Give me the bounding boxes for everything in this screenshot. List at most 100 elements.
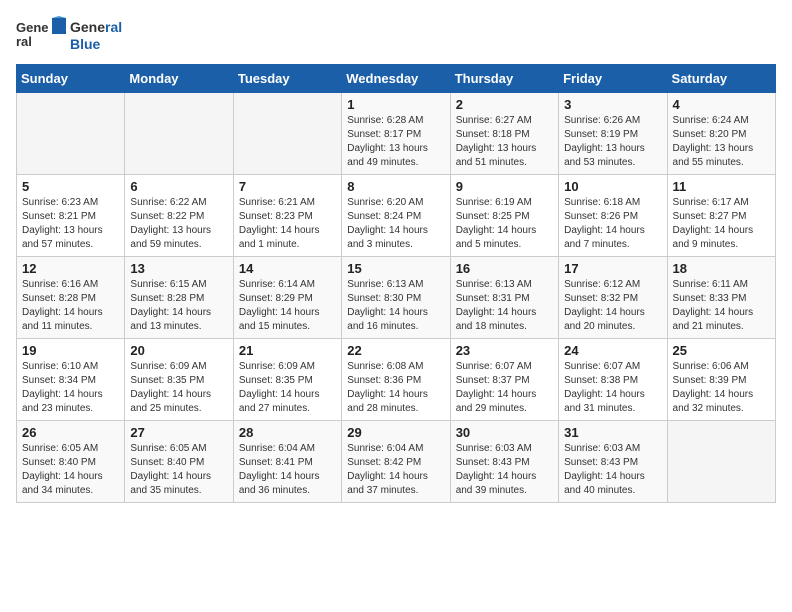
- calendar-cell: [667, 421, 775, 503]
- day-info: Sunrise: 6:03 AMSunset: 8:43 PMDaylight:…: [456, 442, 553, 498]
- calendar-cell: 19 Sunrise: 6:10 AMSunset: 8:34 PMDayligh…: [17, 339, 125, 421]
- calendar-cell: 15Sunrise: 6:13 AMSunset: 8:30 PMDayligh…: [342, 257, 450, 339]
- calendar-cell: 21 Sunrise: 6:09 AMSunset: 8:35 PMDayligh…: [233, 339, 341, 421]
- header-thursday: Thursday: [450, 65, 558, 93]
- day-number: 26: [22, 425, 119, 440]
- day-info: Sunrise: 6:18 AMSunset: 8:26 PMDaylight:…: [564, 196, 661, 252]
- day-info: Sunrise: 6:14 AMSunset: 8:29 PMDaylight:…: [239, 278, 336, 334]
- day-number: 7: [239, 179, 336, 194]
- calendar-cell: 13Sunrise: 6:15 AMSunset: 8:28 PMDayligh…: [125, 257, 233, 339]
- calendar-cell: 9 Sunrise: 6:19 AMSunset: 8:25 PMDaylight…: [450, 175, 558, 257]
- calendar-cell: 30Sunrise: 6:03 AMSunset: 8:43 PMDayligh…: [450, 421, 558, 503]
- day-info: Sunrise: 6:16 AMSunset: 8:28 PMDaylight:…: [22, 278, 119, 334]
- day-number: 23: [456, 343, 553, 358]
- calendar-cell: [125, 93, 233, 175]
- day-info: Sunrise: 6:05 AMSunset: 8:40 PMDaylight:…: [130, 442, 227, 498]
- day-info: Sunrise: 6:07 AMSunset: 8:38 PMDaylight:…: [564, 360, 661, 416]
- day-info: Sunrise: 6:13 AMSunset: 8:31 PMDaylight:…: [456, 278, 553, 334]
- header-sunday: Sunday: [17, 65, 125, 93]
- day-number: 3: [564, 97, 661, 112]
- day-info: Sunrise: 6:04 AMSunset: 8:41 PMDaylight:…: [239, 442, 336, 498]
- day-info: Sunrise: 6:27 AMSunset: 8:18 PMDaylight:…: [456, 114, 553, 170]
- header-friday: Friday: [559, 65, 667, 93]
- day-info: Sunrise: 6:03 AMSunset: 8:43 PMDaylight:…: [564, 442, 661, 498]
- calendar-cell: 3 Sunrise: 6:26 AMSunset: 8:19 PMDaylight…: [559, 93, 667, 175]
- calendar-week-2: 12Sunrise: 6:16 AMSunset: 8:28 PMDayligh…: [17, 257, 776, 339]
- day-number: 19: [22, 343, 119, 358]
- svg-text:Gene: Gene: [16, 20, 49, 35]
- calendar-cell: 1 Sunrise: 6:28 AMSunset: 8:17 PMDaylight…: [342, 93, 450, 175]
- calendar-cell: 27 Sunrise: 6:05 AMSunset: 8:40 PMDayligh…: [125, 421, 233, 503]
- day-info: Sunrise: 6:10 AMSunset: 8:34 PMDaylight:…: [22, 360, 119, 416]
- calendar-table: SundayMondayTuesdayWednesdayThursdayFrid…: [16, 64, 776, 503]
- calendar-cell: 23 Sunrise: 6:07 AMSunset: 8:37 PMDayligh…: [450, 339, 558, 421]
- day-info: Sunrise: 6:09 AMSunset: 8:35 PMDaylight:…: [239, 360, 336, 416]
- calendar-cell: 11Sunrise: 6:17 AMSunset: 8:27 PMDayligh…: [667, 175, 775, 257]
- day-number: 20: [130, 343, 227, 358]
- calendar-cell: 8Sunrise: 6:20 AMSunset: 8:24 PMDaylight…: [342, 175, 450, 257]
- calendar-cell: 5Sunrise: 6:23 AMSunset: 8:21 PMDaylight…: [17, 175, 125, 257]
- header: Gene ral General Blue: [16, 16, 776, 56]
- day-number: 27: [130, 425, 227, 440]
- header-tuesday: Tuesday: [233, 65, 341, 93]
- calendar-cell: 22 Sunrise: 6:08 AMSunset: 8:36 PMDayligh…: [342, 339, 450, 421]
- day-info: Sunrise: 6:07 AMSunset: 8:37 PMDaylight:…: [456, 360, 553, 416]
- day-info: Sunrise: 6:06 AMSunset: 8:39 PMDaylight:…: [673, 360, 770, 416]
- day-number: 21: [239, 343, 336, 358]
- day-number: 17: [564, 261, 661, 276]
- calendar-week-0: 1 Sunrise: 6:28 AMSunset: 8:17 PMDaylight…: [17, 93, 776, 175]
- logo-svg: Gene ral: [16, 16, 66, 56]
- calendar-week-1: 5Sunrise: 6:23 AMSunset: 8:21 PMDaylight…: [17, 175, 776, 257]
- day-info: Sunrise: 6:23 AMSunset: 8:21 PMDaylight:…: [22, 196, 119, 252]
- day-number: 24: [564, 343, 661, 358]
- day-number: 22: [347, 343, 444, 358]
- calendar-cell: 18Sunrise: 6:11 AMSunset: 8:33 PMDayligh…: [667, 257, 775, 339]
- day-info: Sunrise: 6:12 AMSunset: 8:32 PMDaylight:…: [564, 278, 661, 334]
- calendar-cell: 25 Sunrise: 6:06 AMSunset: 8:39 PMDayligh…: [667, 339, 775, 421]
- day-info: Sunrise: 6:24 AMSunset: 8:20 PMDaylight:…: [673, 114, 770, 170]
- day-info: Sunrise: 6:11 AMSunset: 8:33 PMDaylight:…: [673, 278, 770, 334]
- day-number: 25: [673, 343, 770, 358]
- calendar-cell: [233, 93, 341, 175]
- calendar-cell: 14 Sunrise: 6:14 AMSunset: 8:29 PMDayligh…: [233, 257, 341, 339]
- day-info: Sunrise: 6:26 AMSunset: 8:19 PMDaylight:…: [564, 114, 661, 170]
- calendar-cell: 4 Sunrise: 6:24 AMSunset: 8:20 PMDaylight…: [667, 93, 775, 175]
- day-info: Sunrise: 6:09 AMSunset: 8:35 PMDaylight:…: [130, 360, 227, 416]
- calendar-cell: 6Sunrise: 6:22 AMSunset: 8:22 PMDaylight…: [125, 175, 233, 257]
- day-number: 16: [456, 261, 553, 276]
- day-number: 11: [673, 179, 770, 194]
- calendar-cell: 7Sunrise: 6:21 AMSunset: 8:23 PMDaylight…: [233, 175, 341, 257]
- day-info: Sunrise: 6:13 AMSunset: 8:30 PMDaylight:…: [347, 278, 444, 334]
- logo: Gene ral General Blue: [16, 16, 122, 56]
- header-monday: Monday: [125, 65, 233, 93]
- day-number: 1: [347, 97, 444, 112]
- day-info: Sunrise: 6:05 AMSunset: 8:40 PMDaylight:…: [22, 442, 119, 498]
- calendar-cell: 31 Sunrise: 6:03 AMSunset: 8:43 PMDayligh…: [559, 421, 667, 503]
- day-number: 9: [456, 179, 553, 194]
- logo-wordmark: General Blue: [70, 19, 122, 53]
- day-number: 13: [130, 261, 227, 276]
- day-number: 4: [673, 97, 770, 112]
- calendar-cell: 24 Sunrise: 6:07 AMSunset: 8:38 PMDayligh…: [559, 339, 667, 421]
- day-info: Sunrise: 6:20 AMSunset: 8:24 PMDaylight:…: [347, 196, 444, 252]
- day-number: 28: [239, 425, 336, 440]
- header-saturday: Saturday: [667, 65, 775, 93]
- calendar-cell: 17 Sunrise: 6:12 AMSunset: 8:32 PMDayligh…: [559, 257, 667, 339]
- calendar-cell: 28 Sunrise: 6:04 AMSunset: 8:41 PMDayligh…: [233, 421, 341, 503]
- day-info: Sunrise: 6:19 AMSunset: 8:25 PMDaylight:…: [456, 196, 553, 252]
- calendar-cell: 20 Sunrise: 6:09 AMSunset: 8:35 PMDayligh…: [125, 339, 233, 421]
- day-info: Sunrise: 6:08 AMSunset: 8:36 PMDaylight:…: [347, 360, 444, 416]
- day-number: 2: [456, 97, 553, 112]
- day-number: 14: [239, 261, 336, 276]
- calendar-cell: 16 Sunrise: 6:13 AMSunset: 8:31 PMDayligh…: [450, 257, 558, 339]
- day-number: 31: [564, 425, 661, 440]
- day-info: Sunrise: 6:28 AMSunset: 8:17 PMDaylight:…: [347, 114, 444, 170]
- day-info: Sunrise: 6:04 AMSunset: 8:42 PMDaylight:…: [347, 442, 444, 498]
- calendar-cell: [17, 93, 125, 175]
- day-info: Sunrise: 6:22 AMSunset: 8:22 PMDaylight:…: [130, 196, 227, 252]
- calendar-cell: 29Sunrise: 6:04 AMSunset: 8:42 PMDayligh…: [342, 421, 450, 503]
- calendar-week-3: 19 Sunrise: 6:10 AMSunset: 8:34 PMDayligh…: [17, 339, 776, 421]
- svg-text:ral: ral: [16, 34, 32, 49]
- calendar-cell: 10Sunrise: 6:18 AMSunset: 8:26 PMDayligh…: [559, 175, 667, 257]
- calendar-cell: 26 Sunrise: 6:05 AMSunset: 8:40 PMDayligh…: [17, 421, 125, 503]
